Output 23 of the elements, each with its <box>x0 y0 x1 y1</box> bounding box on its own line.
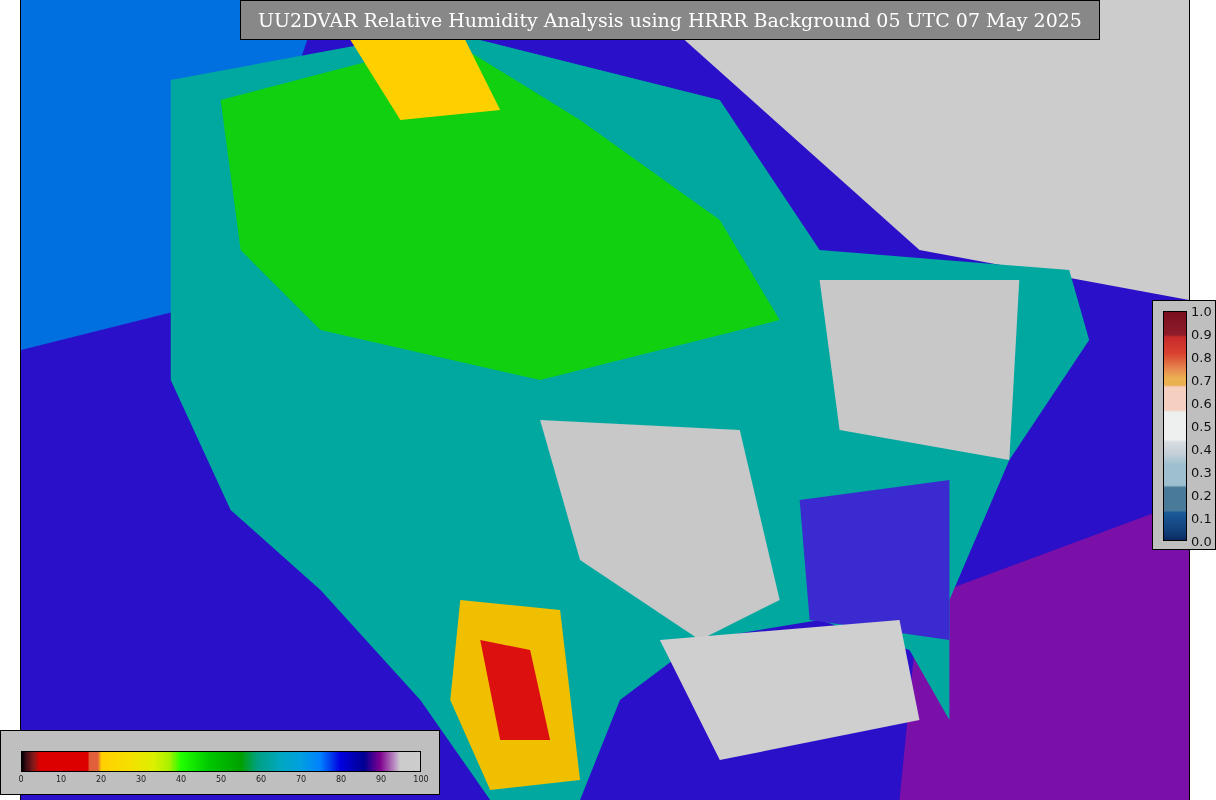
tick-label: 70 <box>295 776 307 784</box>
tick-label: 0.8 <box>1191 350 1212 364</box>
tick-label: 0.6 <box>1191 396 1212 410</box>
tick-label: 10 <box>55 776 67 784</box>
tick-label: 0.3 <box>1191 465 1212 479</box>
tick-label: 0.1 <box>1191 511 1212 525</box>
map-title: UU2DVAR Relative Humidity Analysis using HRRR Background 05 UTC 07 May 2025 <box>240 0 1100 40</box>
tick-label: 0 <box>18 776 24 784</box>
tick-label: 0.2 <box>1191 488 1212 502</box>
tick-label: 30 <box>135 776 147 784</box>
tick-label: 90 <box>375 776 387 784</box>
tick-label: 20 <box>95 776 107 784</box>
tick-label: 40 <box>175 776 187 784</box>
tick-label: 1.0 <box>1191 304 1212 318</box>
tick-label: 50 <box>215 776 227 784</box>
tick-label: 0.5 <box>1191 419 1212 433</box>
tick-label: 0.0 <box>1191 534 1212 548</box>
tick-label: 60 <box>255 776 267 784</box>
tick-label: 0.9 <box>1191 327 1212 341</box>
tick-label: 80 <box>335 776 347 784</box>
tick-label: 100 <box>413 776 429 784</box>
tick-label: 0.7 <box>1191 373 1212 387</box>
tick-label: 0.4 <box>1191 442 1212 456</box>
